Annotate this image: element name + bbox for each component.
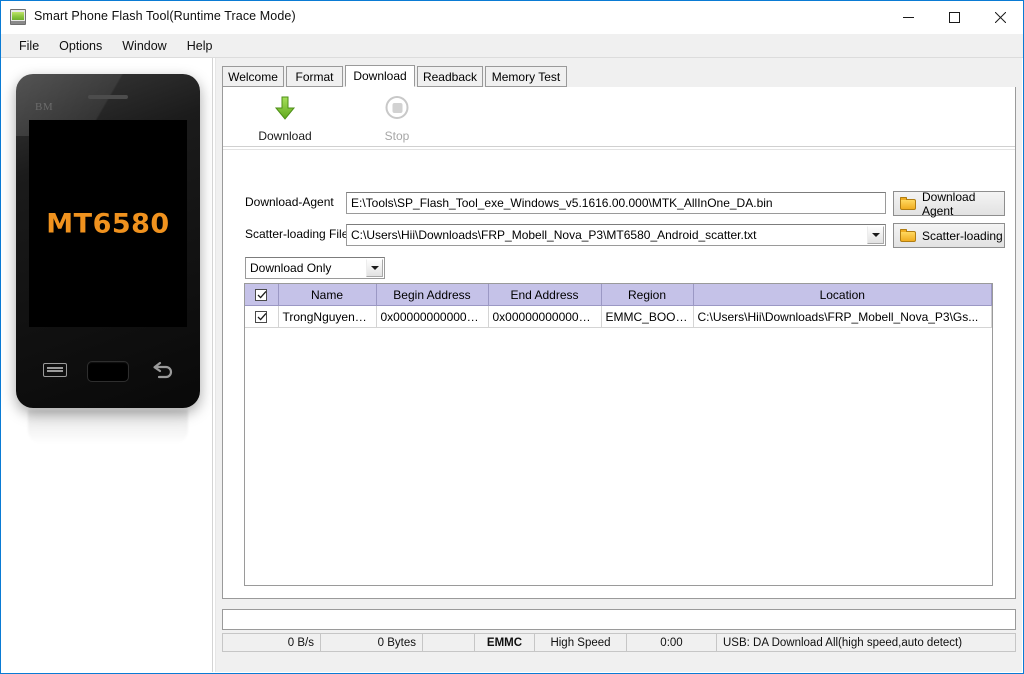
column-header-location[interactable]: Location — [693, 284, 992, 306]
stop-button-label: Stop — [384, 129, 410, 143]
status-link-speed: High Speed — [535, 634, 627, 651]
column-header-end-address[interactable]: End Address — [488, 284, 602, 306]
scatter-file-row: Scatter-loading File C:\Users\Hii\Downlo… — [245, 223, 1005, 248]
tab-strip: Welcome Format Download Readback Memory … — [222, 65, 1016, 87]
phone-nav-row — [16, 328, 200, 408]
status-connection: USB: DA Download All(high speed,auto det… — [723, 636, 963, 649]
download-agent-browse-label: Download Agent — [922, 189, 976, 218]
cell-location: C:\Users\Hii\Downloads\FRP_Mobell_Nova_P… — [693, 305, 992, 328]
tab-memory-test-label: Memory Test — [491, 69, 561, 84]
status-elapsed: 0:00 — [627, 634, 717, 651]
status-bar: 0 B/s 0 Bytes EMMC High Speed 0:00 USB: … — [222, 633, 1016, 652]
status-speed: 0 B/s — [223, 634, 321, 651]
folder-icon — [900, 229, 916, 242]
cell-region: EMMC_BOOT_1 — [601, 305, 694, 328]
menu-item-options[interactable]: Options — [49, 36, 112, 56]
phone-screen: MT6580 — [29, 120, 187, 327]
download-agent-input[interactable]: E:\Tools\SP_Flash_Tool_exe_Windows_v5.16… — [346, 192, 886, 214]
minimize-button[interactable] — [885, 1, 931, 33]
progress-bar — [222, 609, 1016, 630]
window-controls — [885, 1, 1023, 33]
phone-reflection — [28, 410, 188, 444]
download-agent-label: Download-Agent — [245, 195, 334, 209]
download-mode-combo[interactable]: Download Only — [245, 257, 385, 279]
tab-download-label: Download — [353, 69, 407, 83]
cell-begin-address: 0x0000000000000000 — [376, 305, 489, 328]
row-checkbox[interactable] — [255, 311, 268, 324]
action-toolbar: Download Stop — [223, 87, 1015, 150]
application-window: Smart Phone Flash Tool(Runtime Trace Mod… — [0, 0, 1024, 674]
flash-tool-icon — [10, 9, 26, 25]
status-bytes: 0 Bytes — [321, 634, 423, 651]
select-all-checkbox[interactable] — [255, 289, 268, 302]
back-softkey-icon — [150, 361, 176, 381]
cell-name: TrongNguyen132 — [278, 305, 377, 328]
tab-welcome[interactable]: Welcome — [222, 66, 284, 87]
tab-download[interactable]: Download — [345, 65, 415, 87]
green-down-arrow-icon — [273, 95, 297, 121]
tab-format[interactable]: Format — [286, 66, 343, 87]
tab-format-label: Format — [295, 69, 334, 84]
scatter-file-value: C:\Users\Hii\Downloads\FRP_Mobell_Nova_P… — [351, 228, 757, 242]
toolbar-separator — [223, 146, 1015, 147]
folder-icon — [900, 197, 916, 210]
chipset-label: MT6580 — [46, 208, 170, 239]
phone-brand-mark: BM — [35, 101, 54, 113]
download-button-label: Download — [258, 129, 312, 143]
tab-welcome-label: Welcome — [228, 69, 278, 84]
tab-readback[interactable]: Readback — [417, 66, 483, 87]
toolbar-separator-shadow — [223, 149, 1015, 150]
status-blank — [423, 634, 475, 651]
chevron-down-icon[interactable] — [867, 226, 884, 244]
scatter-file-label: Scatter-loading File — [245, 227, 349, 241]
status-storage: EMMC — [475, 634, 535, 651]
main-content: Welcome Format Download Readback Memory … — [216, 58, 1022, 672]
scatter-file-browse-button[interactable]: Scatter-loading — [893, 223, 1005, 248]
chevron-down-icon[interactable] — [366, 259, 383, 277]
download-panel: Download Stop Download-Agent E:\Tools\SP… — [222, 87, 1016, 599]
column-header-name[interactable]: Name — [278, 284, 377, 306]
title-bar: Smart Phone Flash Tool(Runtime Trace Mod… — [1, 1, 1023, 34]
column-header-begin-address[interactable]: Begin Address — [376, 284, 489, 306]
cell-end-address: 0x000000000001e923 — [488, 305, 602, 328]
device-preview-panel: BM MT6580 — [2, 58, 213, 672]
row-select-cell[interactable] — [245, 305, 279, 328]
download-button[interactable]: Download — [237, 93, 333, 145]
menu-softkey-icon — [43, 363, 67, 377]
window-title: Smart Phone Flash Tool(Runtime Trace Mod… — [34, 9, 296, 23]
download-mode-value: Download Only — [250, 261, 332, 275]
scatter-file-combo[interactable]: C:\Users\Hii\Downloads\FRP_Mobell_Nova_P… — [346, 224, 886, 246]
partition-table: Name Begin Address End Address Region Lo… — [244, 283, 993, 586]
column-header-region[interactable]: Region — [601, 284, 694, 306]
table-header-row: Name Begin Address End Address Region Lo… — [245, 284, 992, 306]
tab-memory-test[interactable]: Memory Test — [485, 66, 567, 87]
stop-circle-icon — [385, 96, 409, 119]
table-row[interactable]: TrongNguyen132 0x0000000000000000 0x0000… — [245, 305, 992, 328]
tab-readback-label: Readback — [422, 69, 478, 84]
select-all-header[interactable] — [245, 284, 279, 306]
menu-item-file[interactable]: File — [9, 36, 49, 56]
close-button[interactable] — [977, 1, 1023, 33]
phone-illustration: BM MT6580 — [16, 74, 200, 408]
home-softkey-icon — [87, 361, 129, 382]
maximize-button[interactable] — [931, 1, 977, 33]
download-agent-row: Download-Agent E:\Tools\SP_Flash_Tool_ex… — [245, 189, 1005, 218]
stop-button[interactable]: Stop — [349, 93, 445, 145]
menu-item-help[interactable]: Help — [177, 36, 223, 56]
menu-bar: File Options Window Help — [1, 34, 1023, 57]
download-agent-browse-button[interactable]: Download Agent — [893, 189, 1005, 218]
phone-earpiece — [88, 95, 128, 99]
menu-item-window[interactable]: Window — [112, 36, 176, 56]
panel-divider — [212, 58, 213, 672]
scatter-file-browse-label: Scatter-loading — [922, 228, 1003, 243]
